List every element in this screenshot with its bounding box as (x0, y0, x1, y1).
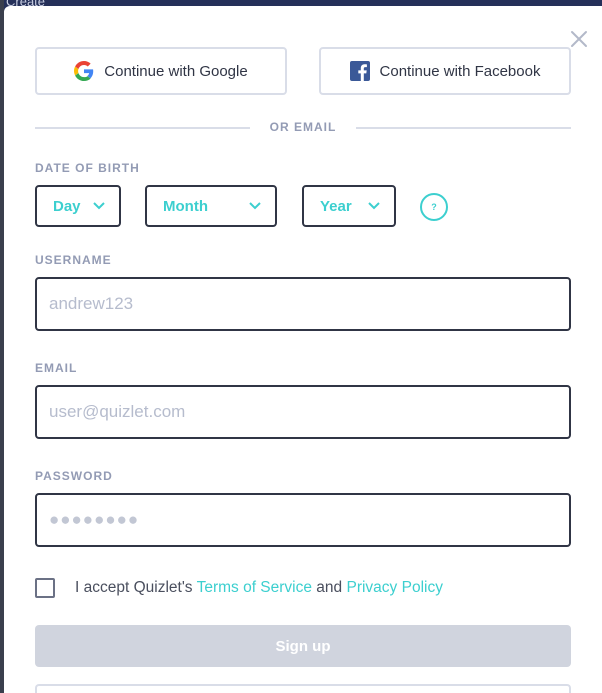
google-icon (74, 61, 94, 81)
facebook-signup-button[interactable]: Continue with Facebook (319, 47, 571, 95)
password-input[interactable] (35, 493, 571, 547)
google-signup-button[interactable]: Continue with Google (35, 47, 287, 95)
email-input[interactable] (35, 385, 571, 439)
divider-line-right (356, 127, 571, 129)
accept-terms-and: and (312, 579, 347, 596)
chevron-down-icon (368, 202, 380, 210)
signup-modal: Continue with Google Continue with Faceb… (4, 6, 602, 693)
year-select-value: Year (320, 197, 352, 215)
username-label: USERNAME (35, 253, 112, 267)
accept-terms-text: I accept Quizlet's Terms of Service and … (75, 579, 443, 597)
facebook-icon (349, 61, 370, 81)
chevron-down-icon (93, 202, 105, 210)
day-select[interactable]: Day (35, 185, 121, 227)
year-select[interactable]: Year (302, 185, 396, 227)
chevron-down-icon (249, 202, 261, 210)
divider-line-left (35, 127, 250, 129)
month-select-value: Month (163, 197, 208, 215)
accept-terms-prefix: I accept Quizlet's (75, 579, 197, 596)
dob-help-button[interactable]: ? (420, 193, 448, 221)
email-label: EMAIL (35, 361, 78, 375)
facebook-button-label: Continue with Facebook (379, 62, 541, 80)
secondary-button-peek (35, 684, 571, 693)
day-select-value: Day (53, 197, 81, 215)
sign-up-button[interactable]: Sign up (35, 625, 571, 667)
terms-of-service-link[interactable]: Terms of Service (197, 579, 312, 596)
google-button-label: Continue with Google (104, 62, 248, 80)
date-of-birth-label: DATE OF BIRTH (35, 161, 140, 175)
month-select[interactable]: Month (145, 185, 277, 227)
accept-terms-checkbox[interactable] (35, 578, 55, 598)
or-email-divider: OR EMAIL (269, 120, 337, 134)
password-label: PASSWORD (35, 469, 113, 483)
username-input[interactable] (35, 277, 571, 331)
privacy-policy-link[interactable]: Privacy Policy (346, 579, 442, 596)
